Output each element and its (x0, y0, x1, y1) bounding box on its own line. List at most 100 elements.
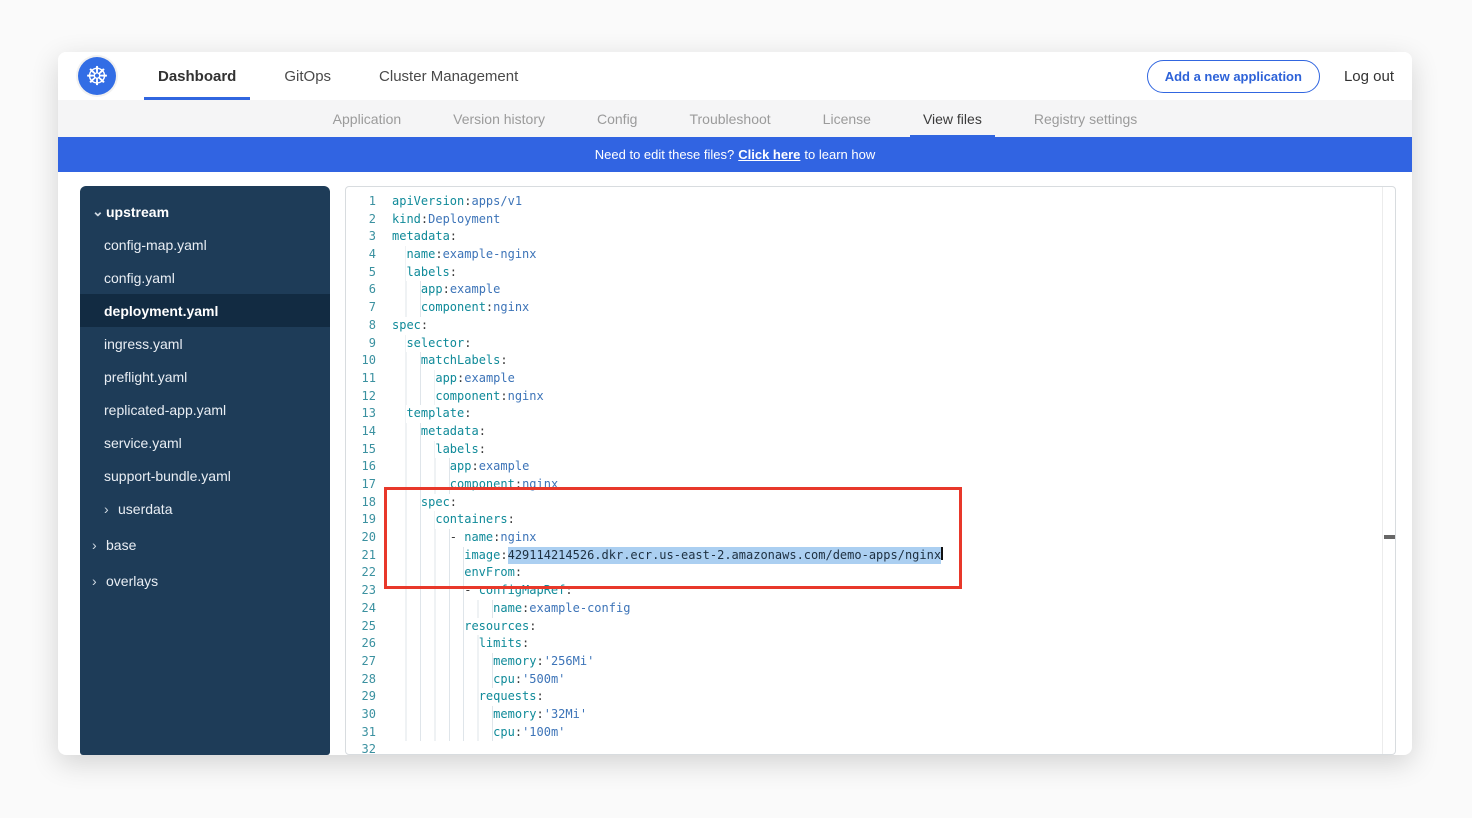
line-number: 26 (346, 635, 376, 653)
code-line[interactable]: 18spec: (346, 494, 1395, 512)
yaml-value: '32Mi' (544, 706, 587, 724)
scrollbar-cursor-marker[interactable] (1384, 535, 1395, 539)
file-tree-item-service-yaml[interactable]: service.yaml (80, 426, 330, 459)
code-line[interactable]: 13template: (346, 405, 1395, 423)
file-tree-item-upstream[interactable]: ⌄upstream (80, 195, 330, 228)
tab-registry-settings[interactable]: Registry settings (1021, 100, 1150, 137)
line-number: 9 (346, 335, 376, 353)
code-line[interactable]: 16app: example (346, 458, 1395, 476)
yaml-key: name (464, 529, 493, 547)
line-number: 1 (346, 193, 376, 211)
file-tree-item-deployment-yaml[interactable]: deployment.yaml (80, 294, 330, 327)
indent-guides (392, 724, 493, 742)
code-line[interactable]: 19containers: (346, 511, 1395, 529)
tab-troubleshoot[interactable]: Troubleshoot (676, 100, 783, 137)
text-cursor (941, 547, 943, 560)
yaml-colon: : (500, 388, 507, 406)
code-line[interactable]: 32 (346, 741, 1395, 755)
yaml-value: '500m' (522, 671, 565, 689)
code-line[interactable]: 6app: example (346, 281, 1395, 299)
code-line[interactable]: 15labels: (346, 441, 1395, 459)
file-tree-item-ingress-yaml[interactable]: ingress.yaml (80, 327, 330, 360)
top-navigation-bar: ☸ DashboardGitOpsCluster Management Add … (58, 52, 1412, 100)
code-line[interactable]: 7component: nginx (346, 299, 1395, 317)
line-number: 15 (346, 441, 376, 459)
file-tree-item-overlays[interactable]: ›overlays (80, 564, 330, 597)
code-line[interactable]: 31cpu: '100m' (346, 724, 1395, 742)
code-line[interactable]: 21image: 429114214526.dkr.ecr.us-east-2.… (346, 547, 1395, 565)
code-line[interactable]: 26limits: (346, 635, 1395, 653)
nav-item-gitops[interactable]: GitOps (274, 52, 341, 100)
line-number: 29 (346, 688, 376, 706)
click-here-link[interactable]: Click here (738, 147, 800, 162)
file-tree-item-label: ingress.yaml (104, 336, 183, 352)
yaml-list-dash: - (464, 582, 478, 600)
yaml-key: app (421, 281, 443, 299)
yaml-colon: : (522, 635, 529, 653)
code-line[interactable]: 24name: example-config (346, 600, 1395, 618)
line-number: 28 (346, 671, 376, 689)
code-line[interactable]: 2kind: Deployment (346, 211, 1395, 229)
yaml-colon: : (486, 299, 493, 317)
yaml-editor[interactable]: 1apiVersion: apps/v12kind: Deployment3me… (345, 186, 1396, 755)
yaml-key: envFrom (464, 564, 515, 582)
file-tree-item-preflight-yaml[interactable]: preflight.yaml (80, 360, 330, 393)
code-line[interactable]: 23- configMapRef: (346, 582, 1395, 600)
log-out-link[interactable]: Log out (1344, 68, 1394, 85)
editor-scrollbar-track[interactable] (1382, 187, 1395, 754)
code-line[interactable]: 1apiVersion: apps/v1 (346, 193, 1395, 211)
nav-item-dashboard[interactable]: Dashboard (148, 52, 246, 100)
code-line[interactable]: 22envFrom: (346, 564, 1395, 582)
code-line[interactable]: 29requests: (346, 688, 1395, 706)
tab-version-history[interactable]: Version history (440, 100, 558, 137)
nav-item-cluster-management[interactable]: Cluster Management (369, 52, 528, 100)
code-line[interactable]: 9selector: (346, 335, 1395, 353)
yaml-colon: : (471, 458, 478, 476)
file-tree-item-replicated-app-yaml[interactable]: replicated-app.yaml (80, 393, 330, 426)
code-line[interactable]: 14metadata: (346, 423, 1395, 441)
code-line[interactable]: 8spec: (346, 317, 1395, 335)
indent-guides (392, 511, 435, 529)
yaml-value: example (464, 370, 515, 388)
yaml-key: labels (406, 264, 449, 282)
yaml-colon: : (493, 529, 500, 547)
tab-application[interactable]: Application (320, 100, 415, 137)
code-line[interactable]: 5labels: (346, 264, 1395, 282)
line-number: 3 (346, 228, 376, 246)
tab-license[interactable]: License (810, 100, 884, 137)
tab-config[interactable]: Config (584, 100, 650, 137)
indent-guides (392, 635, 479, 653)
yaml-colon: : (515, 671, 522, 689)
indent-guides (392, 653, 493, 671)
code-line[interactable]: 20- name: nginx (346, 529, 1395, 547)
indent-guides (392, 405, 406, 423)
code-line[interactable]: 30memory: '32Mi' (346, 706, 1395, 724)
file-tree-item-base[interactable]: ›base (80, 528, 330, 561)
code-line[interactable]: 27memory: '256Mi' (346, 653, 1395, 671)
code-line[interactable]: 4name: example-nginx (346, 246, 1395, 264)
yaml-colon: : (515, 476, 522, 494)
line-number: 23 (346, 582, 376, 600)
file-tree-item-support-bundle-yaml[interactable]: support-bundle.yaml (80, 459, 330, 492)
code-line[interactable]: 17component: nginx (346, 476, 1395, 494)
tab-view-files[interactable]: View files (910, 100, 995, 137)
yaml-value: Deployment (428, 211, 500, 229)
line-number: 6 (346, 281, 376, 299)
file-tree-item-userdata[interactable]: ›userdata (80, 492, 330, 525)
code-line[interactable]: 12component: nginx (346, 388, 1395, 406)
code-line[interactable]: 28cpu: '500m' (346, 671, 1395, 689)
yaml-key: component (450, 476, 515, 494)
code-line[interactable]: 10matchLabels: (346, 352, 1395, 370)
indent-guides (392, 370, 435, 388)
line-number: 11 (346, 370, 376, 388)
line-number: 12 (346, 388, 376, 406)
indent-guides (392, 264, 406, 282)
code-line[interactable]: 11app: example (346, 370, 1395, 388)
file-tree-item-config-yaml[interactable]: config.yaml (80, 261, 330, 294)
code-line[interactable]: 3metadata: (346, 228, 1395, 246)
yaml-key: apiVersion (392, 193, 464, 211)
file-tree-item-config-map-yaml[interactable]: config-map.yaml (80, 228, 330, 261)
code-line[interactable]: 25resources: (346, 618, 1395, 636)
add-new-application-button[interactable]: Add a new application (1147, 60, 1320, 93)
yaml-colon: : (443, 281, 450, 299)
